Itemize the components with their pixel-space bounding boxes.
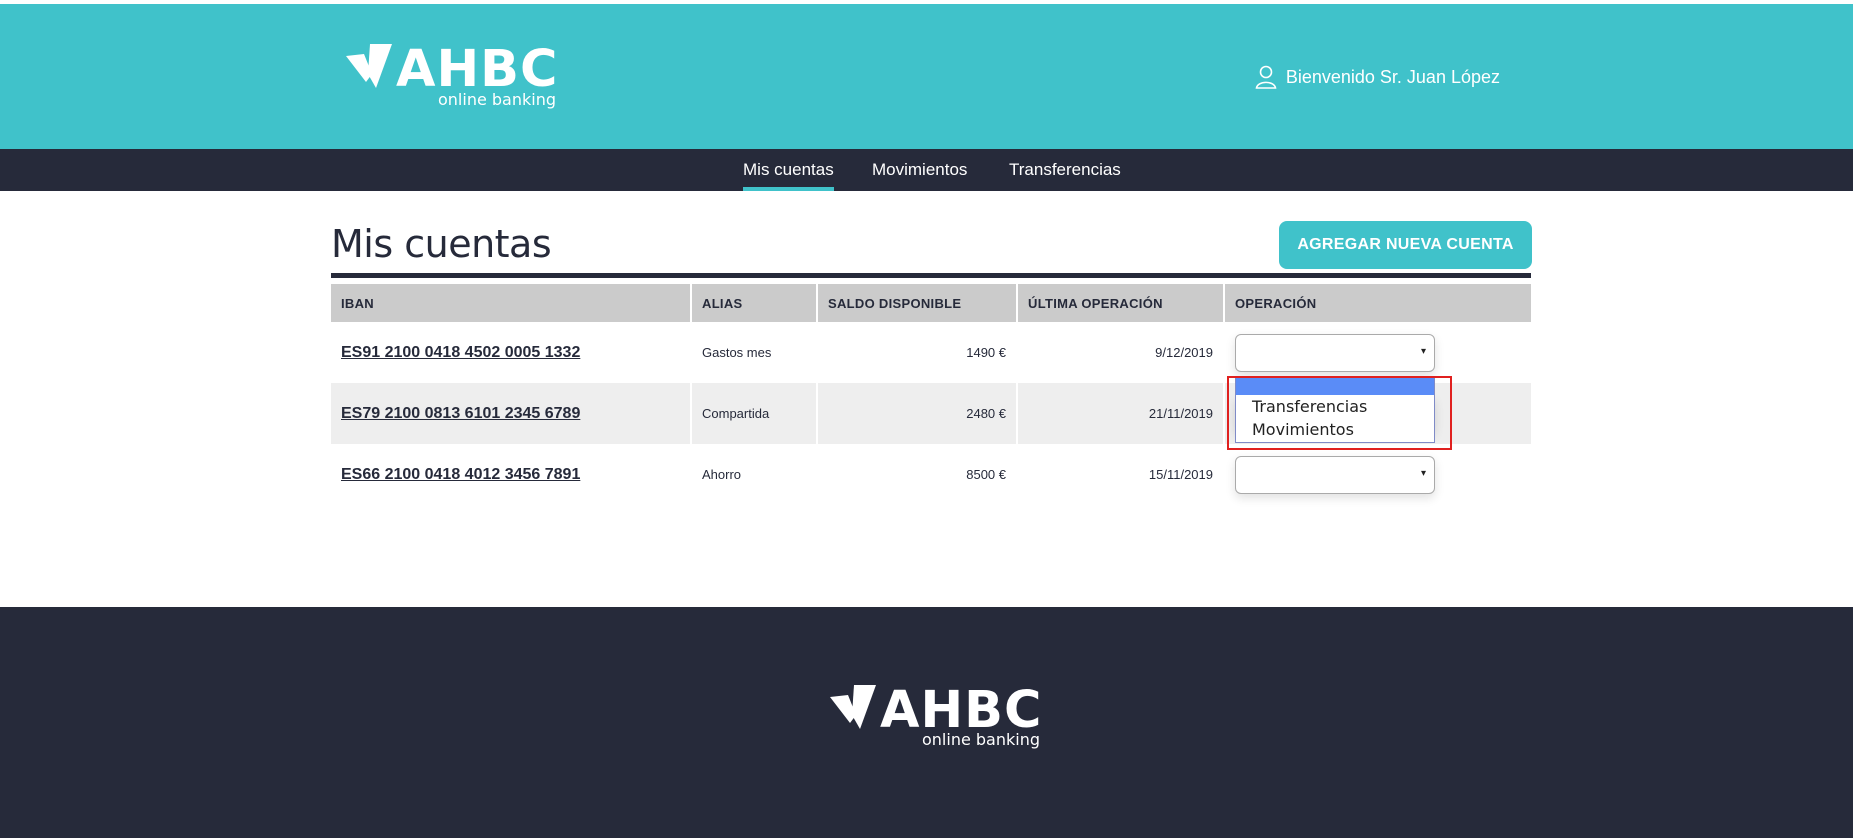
alias-cell: Compartida [691,383,818,444]
column-header-saldo: SALDO DISPONIBLE [817,284,1018,322]
user-greeting-text: Bienvenido Sr. Juan López [1285,66,1500,87]
user-greeting[interactable]: Bienvenido Sr. Juan López [1255,65,1500,89]
alias-cell: Gastos mes [691,322,818,383]
nav-item-transferencias[interactable]: Transferencias [1009,149,1121,191]
dropdown-option-empty[interactable] [1236,377,1434,395]
operacion-dropdown-list: Transferencias Movimientos [1235,376,1435,443]
column-header-alias: ALIAS [691,284,818,322]
table-header-row: IBAN ALIAS SALDO DISPONIBLE ÚLTIMA OPERA… [331,284,1531,322]
main-nav: Mis cuentas Movimientos Transferencias [0,149,1853,191]
alias-cell: Ahorro [691,444,818,505]
logo-bird-icon [830,685,876,729]
nav-item-mis-cuentas[interactable]: Mis cuentas [743,149,834,191]
iban-link[interactable]: ES91 2100 0418 4502 0005 1332 [341,344,580,361]
logo-brand-text: AHBC [396,40,559,99]
operacion-select[interactable]: ▾ [1235,455,1435,494]
site-header [0,4,1853,149]
logo-tagline: online banking [922,730,1040,749]
iban-cell: ES91 2100 0418 4502 0005 1332 [331,322,692,383]
nav-item-movimientos[interactable]: Movimientos [872,149,967,191]
add-account-button[interactable]: AGREGAR NUEVA CUENTA [1279,221,1532,269]
saldo-cell: 1490 € [817,322,1018,383]
operacion-cell: ▾ [1224,444,1531,505]
dropdown-option-movimientos[interactable]: Movimientos [1236,418,1434,441]
column-header-operacion: OPERACIÓN [1224,284,1531,322]
page-title: Mis cuentas [331,222,552,266]
logo-bird-icon [346,44,392,88]
chevron-down-icon: ▾ [1420,467,1426,479]
saldo-cell: 2480 € [817,383,1018,444]
logo-tagline: online banking [438,90,556,109]
chevron-down-icon: ▾ [1420,345,1426,357]
user-icon [1255,65,1277,89]
fecha-cell: 9/12/2019 [1017,322,1225,383]
iban-cell: ES66 2100 0418 4012 3456 7891 [331,444,692,505]
column-header-iban: IBAN [331,284,692,322]
fecha-cell: 15/11/2019 [1017,444,1225,505]
fecha-cell: 21/11/2019 [1017,383,1225,444]
logo-brand-text: AHBC [880,681,1043,740]
header-logo[interactable]: AHBC online banking [346,40,559,114]
table-row: ES91 2100 0418 4502 0005 1332 Gastos mes… [331,322,1531,383]
operacion-cell: ▾ [1224,322,1531,383]
column-header-ultima-operacion: ÚLTIMA OPERACIÓN [1017,284,1225,322]
operacion-select[interactable]: ▾ [1235,333,1435,372]
iban-cell: ES79 2100 0813 6101 2345 6789 [331,383,692,444]
table-row: ES66 2100 0418 4012 3456 7891 Ahorro 850… [331,444,1531,505]
title-divider [331,273,1531,278]
dropdown-option-transferencias[interactable]: Transferencias [1236,395,1434,418]
iban-link[interactable]: ES79 2100 0813 6101 2345 6789 [341,405,580,422]
iban-link[interactable]: ES66 2100 0418 4012 3456 7891 [341,466,580,483]
saldo-cell: 8500 € [817,444,1018,505]
footer-logo[interactable]: AHBC online banking [830,681,1043,755]
